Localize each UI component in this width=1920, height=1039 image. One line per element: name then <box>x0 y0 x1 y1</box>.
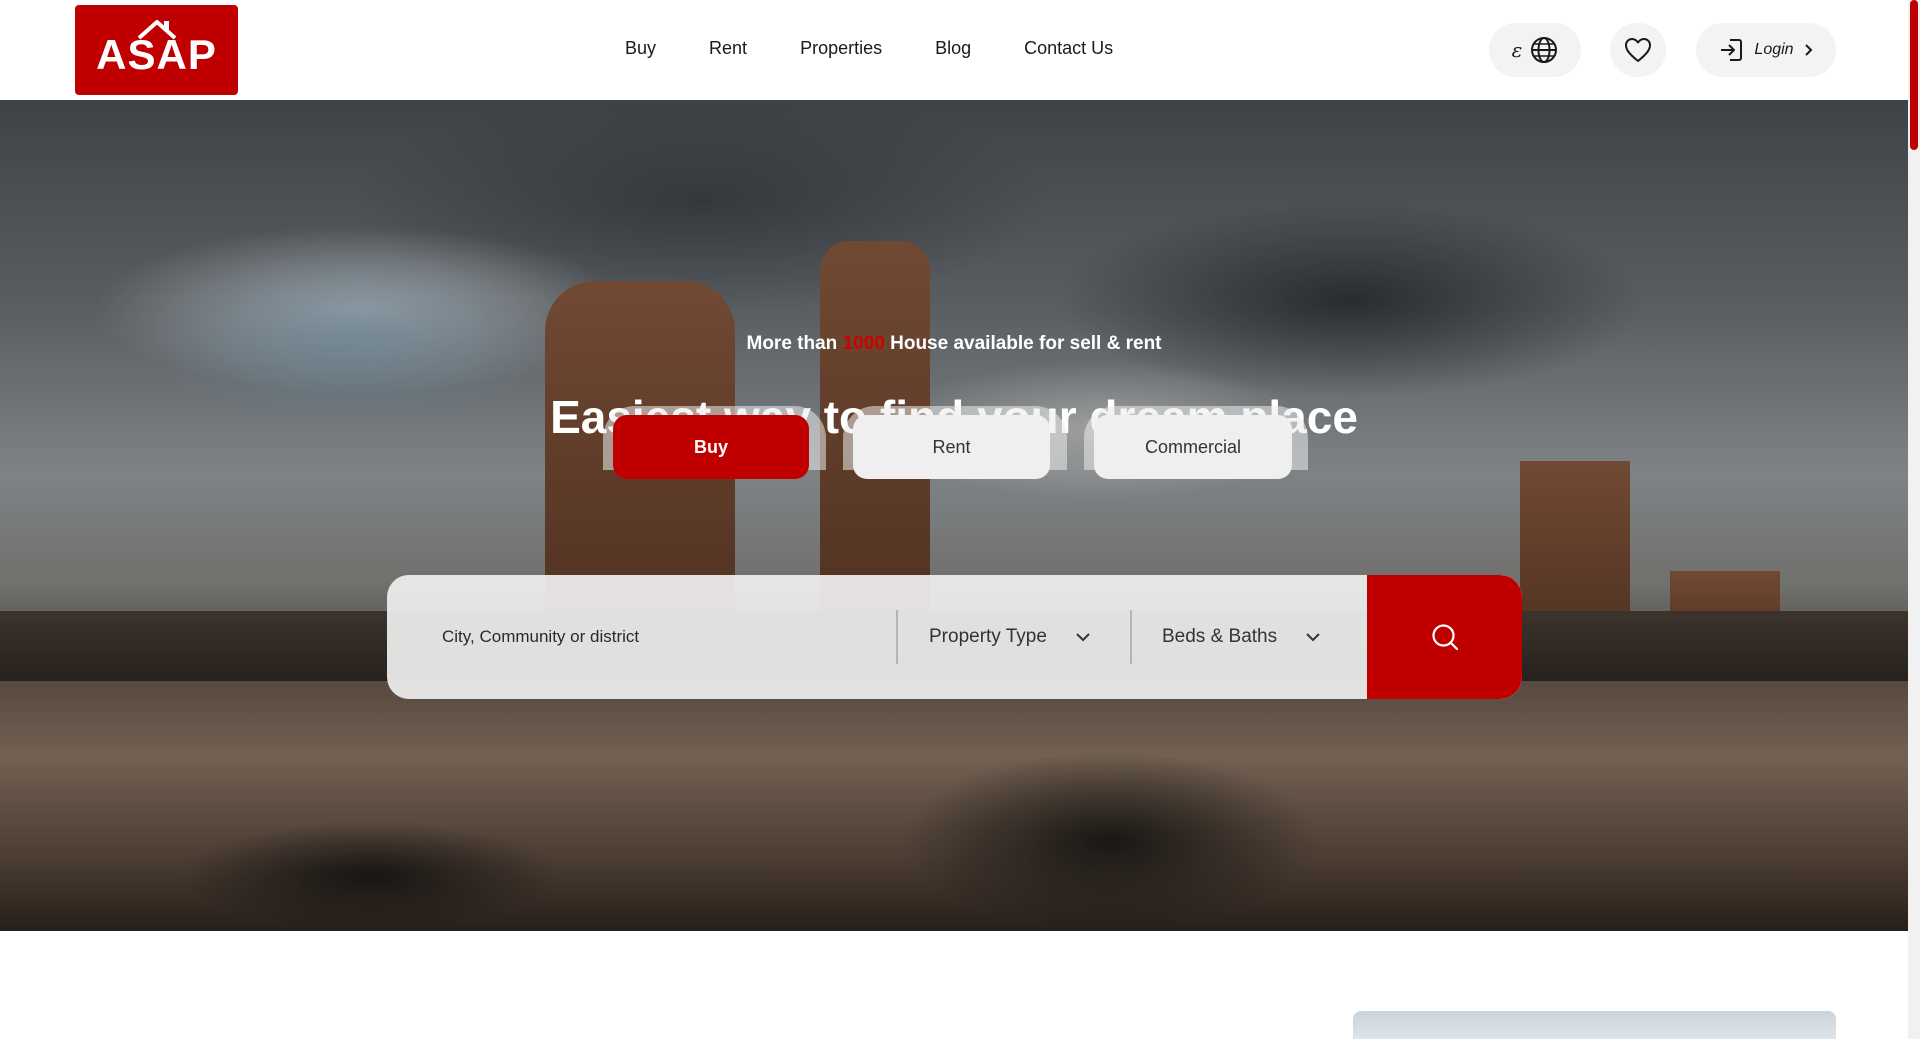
favorites-button[interactable] <box>1610 23 1666 77</box>
tab-rent-container: Rent <box>843 406 1067 479</box>
nav-blog[interactable]: Blog <box>935 38 971 59</box>
login-button[interactable]: Login <box>1696 23 1836 77</box>
search-icon <box>1431 624 1458 651</box>
hero-overlay <box>0 100 1908 931</box>
property-card-image[interactable] <box>1353 1011 1836 1039</box>
tab-commercial-container: Commercial <box>1084 406 1308 479</box>
location-search-input[interactable] <box>442 575 862 699</box>
tab-rent[interactable]: Rent <box>853 415 1050 479</box>
globe-icon <box>1531 37 1558 63</box>
login-arrow-icon <box>1721 39 1743 61</box>
chevron-down-icon <box>1306 633 1320 642</box>
search-button[interactable] <box>1367 575 1522 699</box>
tab-buy-container: Buy <box>603 406 826 479</box>
login-label: Login <box>1754 41 1794 58</box>
heart-icon <box>1625 38 1651 62</box>
hero-section: More than 1000 House available for sell … <box>0 100 1908 931</box>
property-type-dropdown[interactable]: Property Type <box>929 575 1091 699</box>
hero-house-count: 1000 <box>842 333 885 354</box>
tab-buy[interactable]: Buy <box>613 415 809 479</box>
hero-subtitle-suffix: House available for sell & rent <box>890 333 1162 354</box>
page-scrollbar-track[interactable] <box>1908 0 1920 1039</box>
site-header: ASAP Buy Rent Properties Blog Contact Us… <box>0 0 1908 100</box>
page-scrollbar-thumb[interactable] <box>1910 0 1918 150</box>
property-type-label: Property Type <box>929 626 1047 647</box>
nav-contact-us[interactable]: Contact Us <box>1024 38 1113 59</box>
house-roof-icon <box>137 20 177 40</box>
nav-buy[interactable]: Buy <box>625 38 656 59</box>
search-bar: Property Type Beds & Baths <box>387 575 1522 699</box>
search-divider <box>1130 610 1132 664</box>
nav-rent[interactable]: Rent <box>709 38 747 59</box>
nav-properties[interactable]: Properties <box>800 38 882 59</box>
main-nav: Buy Rent Properties Blog Contact Us <box>625 38 1166 59</box>
currency-symbol: ε <box>1511 38 1523 62</box>
hero-subtitle: More than 1000 House available for sell … <box>0 333 1908 355</box>
chevron-right-icon <box>1804 44 1812 56</box>
search-divider <box>896 610 898 664</box>
site-logo[interactable]: ASAP <box>75 5 238 95</box>
beds-baths-dropdown[interactable]: Beds & Baths <box>1162 575 1321 699</box>
tab-commercial[interactable]: Commercial <box>1094 415 1292 479</box>
hero-subtitle-prefix: More than <box>746 333 838 354</box>
chevron-down-icon <box>1076 633 1090 642</box>
beds-baths-label: Beds & Baths <box>1162 626 1278 647</box>
language-currency-button[interactable]: ε <box>1489 23 1581 77</box>
